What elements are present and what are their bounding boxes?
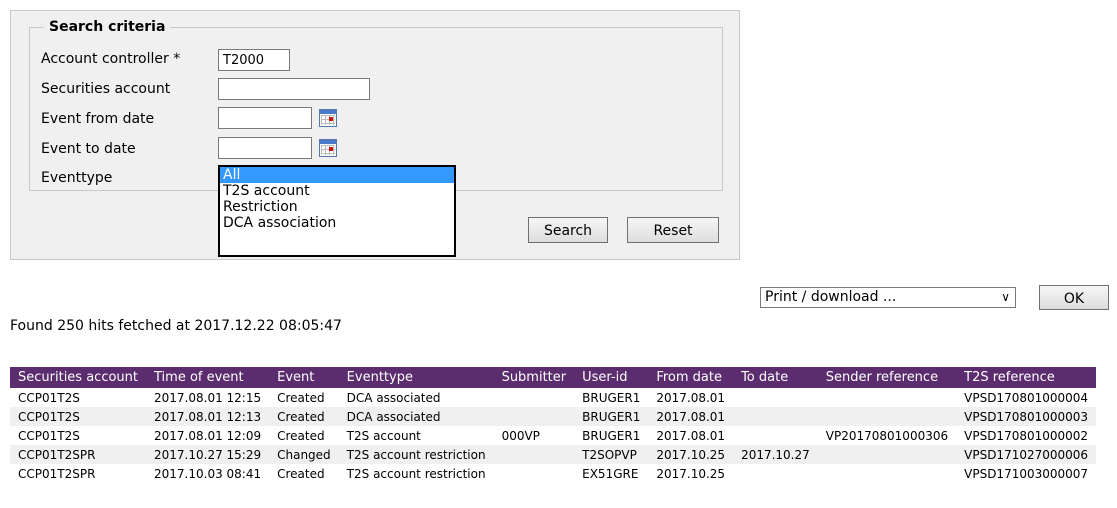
cell-securities-account: CCP01T2S (18, 428, 80, 443)
cell-submitter (494, 388, 575, 407)
cell-submitter: 000VP (501, 428, 540, 443)
cell-from-date: 2017.08.01 (656, 390, 726, 405)
cell-user-id: T2SOPVP (574, 445, 649, 464)
cell-to-date (733, 426, 818, 445)
table-row[interactable]: CCP01T2S 2017.08.01 12:13 Created DCA as… (10, 407, 1097, 426)
cell-securities-account: CCP01T2SPR (10, 445, 146, 464)
cell-sender-reference (817, 445, 957, 464)
cell-submitter (493, 407, 575, 426)
column-header-time-of-event[interactable]: Time of event (146, 367, 270, 388)
cell-t2s-reference: VPSD171027000006 (956, 445, 1097, 464)
cell-from-date: 2017.08.01 (656, 428, 726, 443)
cell-event: Created (269, 407, 339, 426)
cell-from-date: 2017.08.01 (648, 407, 734, 426)
cell-submitter (493, 445, 575, 464)
table-row[interactable]: CCP01T2S 2017.08.01 12:09 Created T2S ac… (10, 426, 1096, 445)
cell-event: Created (277, 390, 325, 405)
column-header-event[interactable]: Event (269, 367, 339, 388)
results-table: Securities account Time of event Event E… (10, 367, 1097, 483)
cell-sender-reference (818, 388, 956, 407)
cell-eventtype: T2S account restriction (346, 466, 486, 481)
cell-securities-account: CCP01T2S (18, 390, 80, 405)
cell-from-date: 2017.10.25 (656, 466, 726, 481)
column-header-to-date[interactable]: To date (733, 367, 818, 388)
cell-t2s-reference: VPSD170801000003 (956, 407, 1097, 426)
cell-eventtype: T2S account restriction (338, 445, 494, 464)
column-header-from-date[interactable]: From date (648, 367, 734, 388)
cell-submitter (494, 464, 575, 483)
cell-eventtype: DCA associated (338, 407, 494, 426)
cell-user-id: BRUGER1 (574, 407, 649, 426)
table-row[interactable]: CCP01T2SPR 2017.10.03 08:41 Created T2S … (10, 464, 1096, 483)
cell-event: Created (277, 466, 325, 481)
cell-securities-account: CCP01T2SPR (18, 466, 96, 481)
cell-event: Created (277, 428, 325, 443)
cell-time-of-event: 2017.08.01 12:13 (146, 407, 270, 426)
column-header-securities-account[interactable]: Securities account (10, 367, 146, 388)
cell-event: Changed (269, 445, 339, 464)
cell-time-of-event: 2017.10.03 08:41 (154, 466, 262, 481)
cell-sender-reference (817, 407, 957, 426)
table-row[interactable]: CCP01T2SPR 2017.10.27 15:29 Changed T2S … (10, 445, 1097, 464)
cell-t2s-reference: VPSD170801000002 (964, 428, 1089, 443)
column-header-t2s-reference[interactable]: T2S reference (956, 367, 1097, 388)
cell-eventtype: T2S account (346, 428, 421, 443)
cell-from-date: 2017.10.25 (648, 445, 734, 464)
cell-user-id: BRUGER1 (582, 428, 641, 443)
cell-securities-account: CCP01T2S (10, 407, 146, 426)
cell-t2s-reference: VPSD170801000004 (964, 390, 1089, 405)
column-header-eventtype[interactable]: Eventtype (338, 367, 494, 388)
column-header-submitter[interactable]: Submitter (493, 367, 575, 388)
cell-to-date (733, 407, 818, 426)
cell-sender-reference (818, 464, 956, 483)
cell-user-id: EX51GRE (582, 466, 639, 481)
cell-to-date (733, 388, 818, 407)
column-header-sender-reference[interactable]: Sender reference (817, 367, 957, 388)
results-table-viewport: Securities account Time of event Event E… (0, 0, 1117, 508)
cell-time-of-event: 2017.08.01 12:09 (154, 428, 262, 443)
cell-user-id: BRUGER1 (582, 390, 641, 405)
cell-to-date: 2017.10.27 (733, 445, 818, 464)
column-header-user-id[interactable]: User-id (574, 367, 649, 388)
cell-sender-reference: VP20170801000306 (825, 428, 949, 443)
cell-t2s-reference: VPSD171003000007 (964, 466, 1089, 481)
table-header-row: Securities account Time of event Event E… (10, 367, 1097, 388)
cell-eventtype: DCA associated (346, 390, 441, 405)
cell-time-of-event: 2017.10.27 15:29 (146, 445, 270, 464)
table-row[interactable]: CCP01T2S 2017.08.01 12:15 Created DCA as… (10, 388, 1096, 407)
cell-to-date (733, 464, 818, 483)
cell-time-of-event: 2017.08.01 12:15 (154, 390, 262, 405)
